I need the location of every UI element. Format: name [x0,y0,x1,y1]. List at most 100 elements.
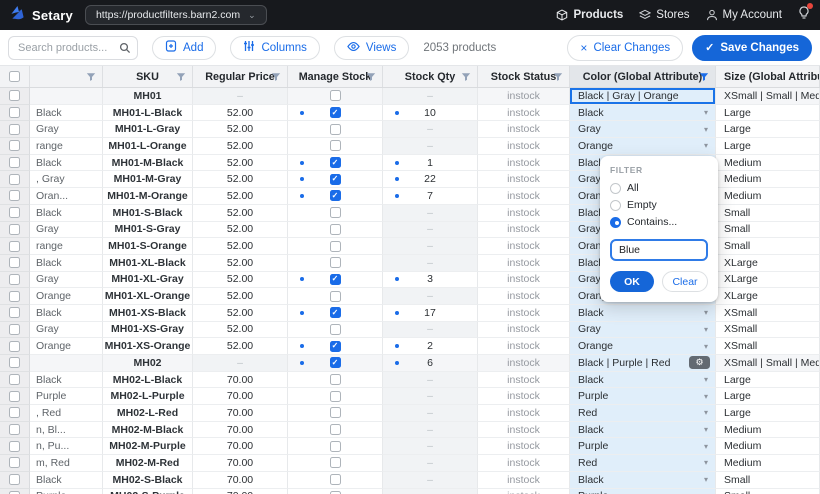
row-checkbox[interactable] [9,123,20,135]
cell-color[interactable]: Orange ▾ [570,138,716,155]
cell-regular-price[interactable]: 70.00 [193,405,288,422]
cell-stock-status[interactable]: instock [478,171,570,189]
gear-icon[interactable]: ⚙ [689,356,710,370]
cell-size[interactable]: Small [716,471,820,489]
cell-regular-price[interactable]: 52.00 [193,338,288,355]
row-checkbox[interactable] [9,474,20,486]
manage-stock-checkbox[interactable] [329,123,341,135]
cell-stock-status[interactable]: instock [478,221,570,239]
chevron-down-icon[interactable]: ▾ [704,475,708,484]
cell-stock-status[interactable]: instock [478,88,570,105]
cell-color[interactable]: Gray ▾ [570,321,716,339]
cell-regular-price[interactable]: 52.00 [193,188,288,205]
cell-regular-price[interactable]: 52.00 [193,204,288,222]
cell-sku[interactable]: MH01-XS-Orange [103,338,193,355]
row-checkbox[interactable] [9,223,20,235]
cell-stock-qty[interactable]: 22 [383,171,478,189]
cell-name[interactable]: Black [30,104,103,122]
cell-size[interactable]: XSmall | Small | Medium | Large | XLarge [716,355,820,372]
manage-stock-checkbox[interactable] [329,107,341,119]
cell-color[interactable]: Black ▾ [570,104,716,122]
cell-sku[interactable]: MH01 [103,88,193,105]
cell-name[interactable]: range [30,238,103,255]
cell-size[interactable]: Medium [716,154,820,172]
cell-sku[interactable]: MH01-L-Gray [103,121,193,139]
cell-stock-status[interactable]: instock [478,455,570,472]
cell-regular-price[interactable]: 70.00 [193,438,288,456]
cell-name[interactable] [30,88,103,105]
cell-name[interactable]: Gray [30,321,103,339]
cell-color[interactable]: Purple▾ [570,388,716,406]
cell-stock-qty[interactable]: 17 [383,304,478,322]
cell-size[interactable]: Large [716,138,820,155]
manage-stock-checkbox[interactable] [329,223,341,235]
cell-color[interactable]: Gray ▾ [570,121,716,139]
row-checkbox[interactable] [9,290,20,302]
cell-stock-qty[interactable]: 1 [383,154,478,172]
cell-sku[interactable]: MH01-XL-Black [103,254,193,272]
cell-stock-qty[interactable]: 7 [383,188,478,205]
cell-stock-status[interactable]: instock [478,471,570,489]
chevron-down-icon[interactable]: ▾ [704,408,708,417]
manage-stock-checkbox[interactable] [329,240,341,252]
cell-color[interactable]: Orange ▾ [570,338,716,355]
cell-name[interactable]: Oran... [30,188,103,205]
filter-funnel-icon[interactable] [366,72,376,85]
cell-sku[interactable]: MH02-L-Black [103,371,193,389]
manage-stock-checkbox[interactable] [329,273,341,285]
filter-clear-button[interactable]: Clear [662,271,708,292]
cell-stock-status[interactable]: instock [478,154,570,172]
row-checkbox[interactable] [9,374,20,386]
manage-stock-checkbox[interactable] [329,323,341,335]
cell-name[interactable]: n, Pu... [30,438,103,456]
cell-size[interactable]: XSmall | Small | Medium | Large | XLarge [716,88,820,105]
cell-stock-status[interactable]: instock [478,321,570,339]
cell-sku[interactable]: MH01-M-Orange [103,188,193,205]
cell-size[interactable]: XLarge [716,288,820,305]
row-checkbox[interactable] [9,107,20,119]
manage-stock-checkbox[interactable] [329,90,341,102]
manage-stock-checkbox[interactable] [329,157,341,169]
cell-regular-price[interactable]: 52.00 [193,304,288,322]
cell-sku[interactable]: MH01-M-Gray [103,171,193,189]
filter-option-contains[interactable]: Contains... [610,216,708,228]
cell-name[interactable]: Purple [30,388,103,406]
cell-sku[interactable]: MH02 [103,355,193,372]
cell-stock-status[interactable]: instock [478,238,570,255]
manage-stock-checkbox[interactable] [329,474,341,486]
cell-sku[interactable]: MH02-L-Purple [103,388,193,406]
cell-regular-price[interactable]: 70.00 [193,371,288,389]
cell-color[interactable]: Black ▾ [570,421,716,439]
cell-sku[interactable]: MH01-XS-Black [103,304,193,322]
cell-stock-status[interactable]: instock [478,254,570,272]
cell-name[interactable]: Black [30,304,103,322]
cell-sku[interactable]: MH02-M-Purple [103,438,193,456]
cell-color[interactable]: Purple▾ [570,488,716,494]
cell-size[interactable]: Medium [716,171,820,189]
manage-stock-checkbox[interactable] [329,390,341,402]
cell-name[interactable]: Orange [30,338,103,355]
cell-size[interactable]: Large [716,388,820,406]
chevron-down-icon[interactable]: ▾ [704,125,708,134]
cell-sku[interactable]: MH01-S-Orange [103,238,193,255]
store-url-selector[interactable]: https://productfilters.barn2.com ⌄ [84,5,267,25]
filter-funnel-icon[interactable] [176,72,186,85]
cell-regular-price[interactable]: 52.00 [193,271,288,289]
cell-stock-status[interactable]: instock [478,288,570,305]
nav-stores[interactable]: Stores [639,9,690,21]
clear-changes-button[interactable]: × Clear Changes [567,34,684,61]
save-changes-button[interactable]: ✓ Save Changes [692,34,812,61]
row-checkbox[interactable] [9,273,20,285]
cell-color[interactable]: Black | Purple | Red ⚙ [570,355,716,372]
cell-size[interactable]: Small [716,238,820,255]
cell-stock-status[interactable]: instock [478,371,570,389]
radio-button[interactable] [610,182,621,194]
cell-size[interactable]: Medium [716,438,820,456]
filter-funnel-icon[interactable] [553,72,563,85]
manage-stock-checkbox[interactable] [329,357,341,369]
cell-stock-status[interactable]: instock [478,405,570,422]
row-checkbox[interactable] [9,173,20,185]
cell-stock-qty[interactable]: 10 [383,104,478,122]
cell-size[interactable]: XLarge [716,254,820,272]
chevron-down-icon[interactable]: ▾ [704,392,708,401]
